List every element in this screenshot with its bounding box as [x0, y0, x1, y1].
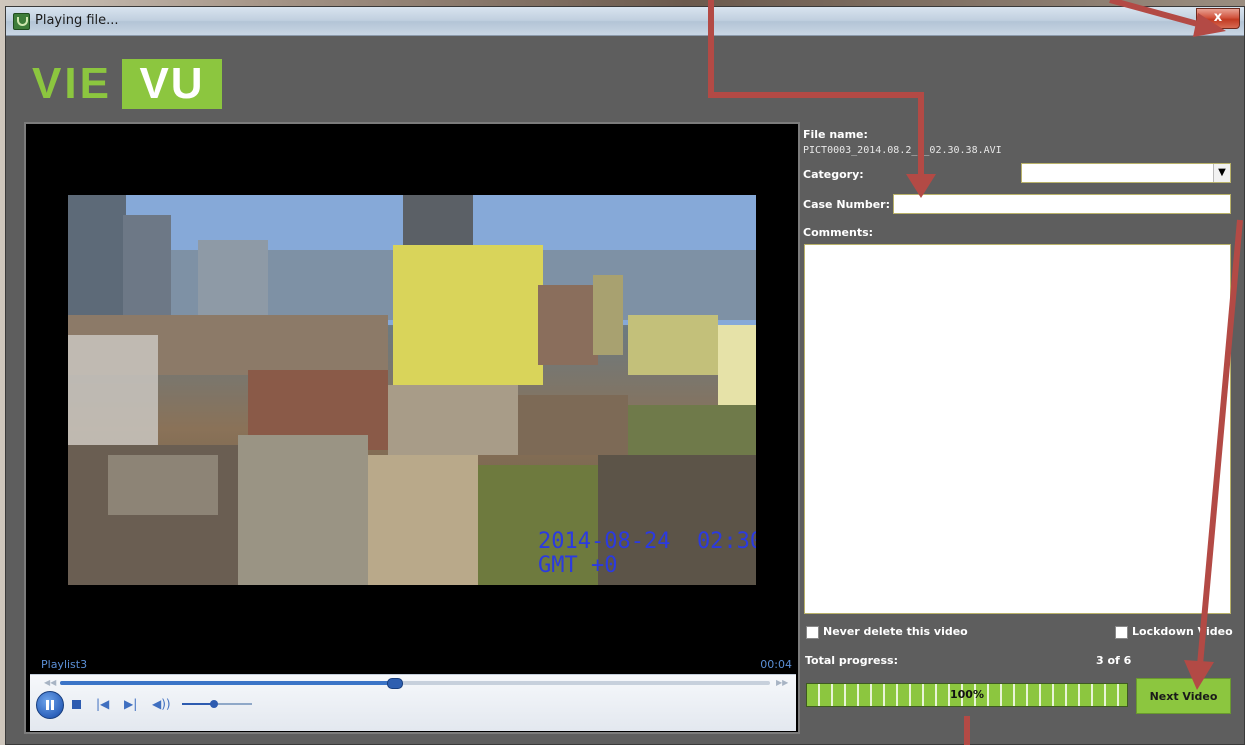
seek-progress-fill [60, 681, 394, 685]
file-name-label: File name: [803, 128, 868, 141]
comments-textarea[interactable] [804, 244, 1231, 614]
seek-thumb[interactable] [386, 678, 403, 689]
logo-box: VU [122, 59, 222, 109]
video-frame[interactable]: 2014-08-24 02:30 GMT +0 [68, 195, 756, 585]
chevron-down-icon[interactable]: ▼ [1213, 164, 1230, 182]
speaker-icon[interactable]: ◀)) [152, 697, 171, 711]
progress-count: 3 of 6 [1096, 654, 1132, 667]
pause-button[interactable] [36, 691, 64, 719]
video-player: 2014-08-24 02:30 GMT +0 Playlist3 00:04 … [24, 122, 800, 734]
comments-label: Comments: [803, 226, 874, 239]
timestamp-line-1: 2014-08-24 02:30 [538, 529, 756, 554]
category-dropdown[interactable]: ▼ [1021, 163, 1231, 183]
player-controls: ◀◀ ▶▶ |◀ ▶| ◀)) [30, 674, 796, 731]
volume-thumb[interactable] [209, 700, 218, 708]
elapsed-time: 00:04 [760, 658, 792, 671]
playlist-label: Playlist3 [41, 658, 88, 671]
lockdown-label: Lockdown Video [1132, 625, 1233, 638]
seek-bar[interactable] [60, 678, 770, 689]
total-progress-bar: 100% [806, 683, 1128, 707]
progress-percent: 100% [950, 688, 984, 701]
app-shield-icon [13, 13, 30, 30]
timestamp-line-2: GMT +0 [538, 553, 618, 578]
volume-fill [182, 703, 214, 705]
window-title: Playing file... [35, 13, 119, 28]
logo-text-right: VU [139, 59, 205, 108]
next-video-button[interactable]: Next Video [1136, 678, 1231, 714]
next-track-icon[interactable]: ▶| [124, 697, 137, 711]
volume-slider[interactable] [182, 700, 252, 708]
logo-text-left: VIE [32, 59, 112, 108]
video-scene-image [68, 195, 756, 585]
total-progress-label: Total progress: [805, 654, 898, 667]
lockdown-checkbox[interactable] [1115, 626, 1128, 639]
file-name-value: PICT0003_2014.08.2_ _02.30.38.AVI [803, 145, 1002, 156]
stop-button[interactable] [72, 700, 81, 709]
never-delete-checkbox[interactable] [806, 626, 819, 639]
seek-back-small-icon: ◀◀ [44, 678, 57, 687]
category-label: Category: [803, 168, 864, 181]
close-button[interactable]: x [1196, 8, 1240, 29]
case-number-label: Case Number: [803, 198, 890, 211]
title-bar[interactable]: Playing file... x [6, 7, 1244, 36]
seek-forward-small-icon: ▶▶ [776, 678, 789, 687]
previous-track-icon[interactable]: |◀ [96, 697, 109, 711]
video-timestamp-overlay: 2014-08-24 02:30 GMT +0 [538, 530, 756, 578]
never-delete-label: Never delete this video [823, 625, 968, 638]
case-number-input[interactable] [893, 194, 1231, 214]
